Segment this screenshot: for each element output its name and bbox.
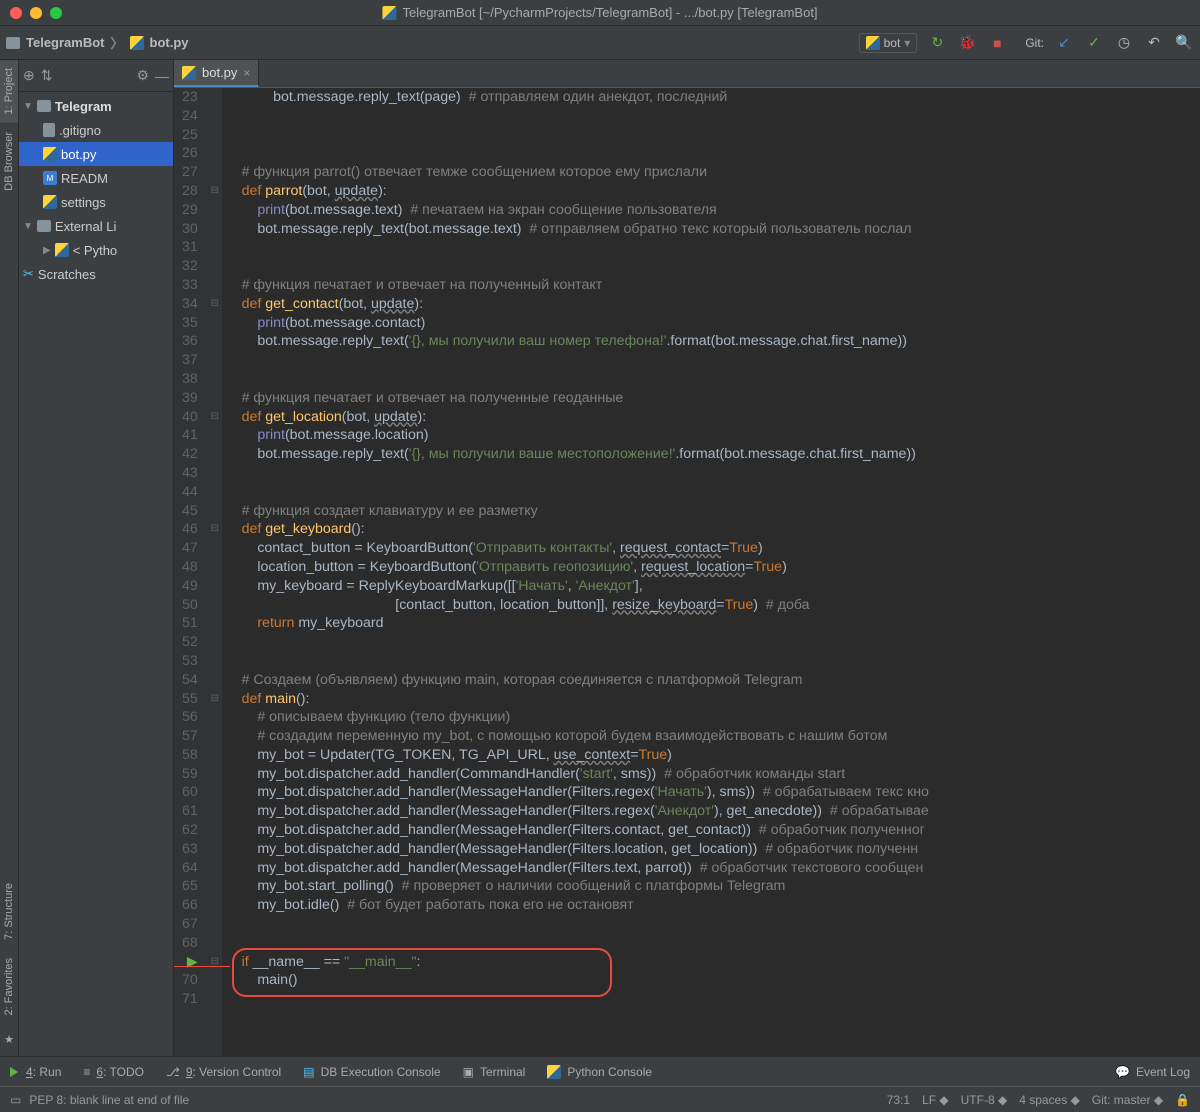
status-icon: ▭ [10,1093,21,1107]
bottom-tool-bar: 4: Run ≡6: TODO ⎇9: Version Control ▤DB Exe… [0,1056,1200,1086]
tool-tab-db-browser[interactable]: DB Browser [0,124,18,199]
bottom-tool-python-console[interactable]: Python Console [547,1065,652,1079]
bottom-tool-9-version-control[interactable]: ⎇9: Version Control [166,1065,281,1079]
tool-tab-7-structure[interactable]: 7: Structure [0,875,18,948]
favorites-star-icon[interactable]: ★ [0,1025,18,1054]
run-configuration-selector[interactable]: bot ▾ [859,33,918,53]
indent-config[interactable]: 4 spaces ◆ [1019,1093,1080,1107]
git-history-button[interactable]: ◷ [1114,33,1134,53]
git-branch[interactable]: Git: master ◆ [1092,1093,1163,1107]
close-window-button[interactable] [10,7,22,19]
minimize-panel-button[interactable]: — [155,68,169,84]
toolbar-right: bot ▾ ↻ 🐞 ■ Git: ↙ ✓ ◷ ↶ 🔍 [859,33,1194,53]
project-tree[interactable]: ▼Telegram.gitignobot.pyMREADMsettings▼Ex… [19,92,173,288]
line-separator[interactable]: LF ◆ [922,1093,949,1107]
chevron-down-icon: ▾ [904,36,910,50]
git-revert-button[interactable]: ↶ [1144,33,1164,53]
main-area: 1: Project DB Browser 7: Structure 2: Favo… [0,60,1200,1056]
editor-tab-botpy[interactable]: bot.py × [174,60,259,87]
annotation-arrow [174,966,230,967]
code-editor[interactable]: 2324252627282930313233343536373839404142… [174,88,1200,1056]
project-panel: ⊕ ⇅ ⚙ — ▼Telegram.gitignobot.pyMREADMset… [19,60,174,1056]
search-button[interactable]: 🔍 [1174,33,1194,53]
caret-position[interactable]: 73:1 [887,1093,910,1107]
tree-item-external-li[interactable]: ▼External Li [19,214,173,238]
speech-bubble-icon: 💬 [1115,1065,1130,1079]
target-icon[interactable]: ⊕ [23,67,35,84]
fold-gutter[interactable]: ⊟⊟⊟⊟⊟⊟ [208,88,222,1056]
window-controls [0,1,72,25]
bottom-tool-db-execution-console[interactable]: ▤DB Execution Console [303,1065,440,1079]
tool-tab-2-favorites[interactable]: 2: Favorites [0,950,18,1023]
tree-item--gitigno[interactable]: .gitigno [19,118,173,142]
line-number-gutter[interactable]: 2324252627282930313233343536373839404142… [174,88,208,1056]
breadcrumb[interactable]: TelegramBot 〉 bot.py [6,33,189,52]
python-file-icon [182,66,196,80]
minimize-window-button[interactable] [30,7,42,19]
git-update-button[interactable]: ↙ [1054,33,1074,53]
tree-item--pytho[interactable]: ▶< Pytho [19,238,173,262]
python-icon [866,36,880,50]
folder-icon [6,37,20,49]
bottom-tool-6-todo[interactable]: ≡6: TODO [83,1065,144,1079]
annotation-highlight-box [232,948,612,998]
pycharm-icon [382,6,396,20]
left-tool-strip: 1: Project DB Browser 7: Structure 2: Favo… [0,60,19,1056]
code-content[interactable]: bot.message.reply_text(page) # отправляе… [222,88,1200,1056]
close-tab-button[interactable]: × [243,66,250,80]
editor-tabs: bot.py × [174,60,1200,88]
pep8-message: PEP 8: blank line at end of file [29,1093,189,1107]
run-button[interactable]: ↻ [927,33,947,53]
tree-item-settings[interactable]: settings [19,190,173,214]
tree-item-telegram[interactable]: ▼Telegram [19,94,173,118]
editor-area: bot.py × 2324252627282930313233343536373… [174,60,1200,1056]
project-panel-header: ⊕ ⇅ ⚙ — [19,60,173,92]
git-label: Git: [1025,36,1044,50]
python-file-icon [130,36,144,50]
window-title: TelegramBot [~/PycharmProjects/TelegramB… [382,5,817,20]
debug-button[interactable]: 🐞 [957,33,977,53]
lock-icon[interactable]: 🔒 [1175,1093,1190,1107]
titlebar: TelegramBot [~/PycharmProjects/TelegramB… [0,0,1200,26]
tree-item-scratches[interactable]: ✂Scratches [19,262,173,286]
status-bar: ▭ PEP 8: blank line at end of file 73:1 … [0,1086,1200,1112]
git-commit-button[interactable]: ✓ [1084,33,1104,53]
file-encoding[interactable]: UTF-8 ◆ [961,1093,1008,1107]
tool-tab-1-project[interactable]: 1: Project [0,60,18,122]
stop-button[interactable]: ■ [987,33,1007,53]
tree-item-bot-py[interactable]: bot.py [19,142,173,166]
sort-icon[interactable]: ⇅ [41,67,53,84]
tree-item-readm[interactable]: MREADM [19,166,173,190]
chevron-right-icon: 〉 [111,33,124,52]
maximize-window-button[interactable] [50,7,62,19]
main-toolbar: TelegramBot 〉 bot.py bot ▾ ↻ 🐞 ■ Git: ↙ … [0,26,1200,60]
bottom-tool-terminal[interactable]: ▣Terminal [463,1065,526,1079]
bottom-tool-4-run[interactable]: 4: Run [10,1065,61,1079]
gear-icon[interactable]: ⚙ [136,67,149,84]
event-log-button[interactable]: 💬 Event Log [1115,1065,1190,1079]
